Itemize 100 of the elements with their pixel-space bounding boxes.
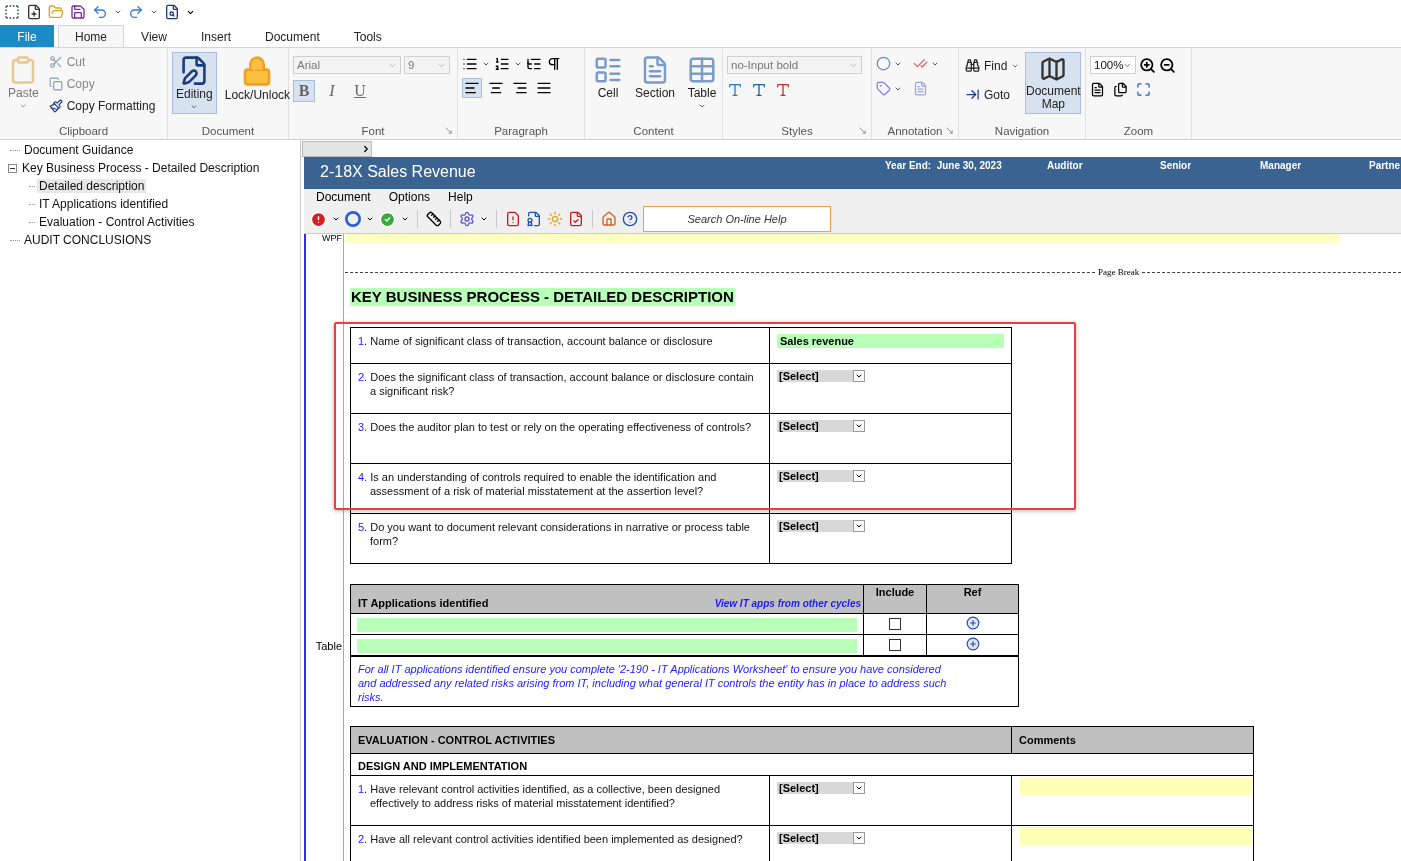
tree-item[interactable]: Key Business Process - Detailed Description	[20, 161, 262, 175]
map-icon[interactable]	[1039, 55, 1068, 83]
group-label: Content	[633, 124, 674, 137]
caret-icon[interactable]	[855, 372, 864, 380]
reference-icon[interactable]	[876, 81, 891, 96]
tree-item[interactable]: Document Guidance	[22, 143, 136, 157]
document-badge-icon[interactable]	[526, 211, 542, 227]
comment-field[interactable]	[1020, 827, 1252, 845]
table-icon[interactable]	[687, 55, 718, 85]
underline-button[interactable]: U	[349, 80, 371, 102]
paragraph-mark-icon[interactable]	[546, 56, 562, 72]
app-icon[interactable]	[4, 4, 20, 20]
new-document-icon[interactable]	[26, 4, 42, 20]
goto-button[interactable]: Goto	[963, 85, 1022, 104]
tree-item[interactable]: AUDIT CONCLUSIONS	[22, 233, 154, 247]
bullet-list-icon[interactable]	[462, 56, 478, 72]
caret-icon[interactable]	[855, 472, 864, 480]
zoom-combo[interactable]: 100%	[1090, 56, 1136, 74]
caret-icon[interactable]	[332, 215, 340, 223]
add-icon[interactable]	[965, 616, 980, 630]
caret-icon[interactable]	[150, 8, 158, 16]
view-apps-link[interactable]: View IT apps from other cycles	[714, 598, 861, 609]
numbered-list-icon[interactable]	[494, 56, 510, 72]
edit-style-icon[interactable]	[751, 82, 767, 98]
tree-item[interactable]: Evaluation - Control Activities	[37, 215, 197, 229]
circle-icon[interactable]	[876, 56, 891, 71]
ruler-icon[interactable]	[426, 211, 442, 227]
table-button[interactable]: Table	[683, 52, 722, 114]
whole-page-icon[interactable]	[1113, 82, 1128, 97]
caret-icon[interactable]	[482, 60, 490, 68]
caret-icon[interactable]	[401, 215, 409, 223]
ribbon-tab[interactable]: Insert	[184, 25, 249, 47]
save-icon[interactable]	[70, 4, 86, 20]
menu-item[interactable]: Options	[388, 189, 445, 205]
caret-icon[interactable]	[114, 8, 122, 16]
home-icon[interactable]	[601, 211, 617, 227]
undo-icon[interactable]	[92, 4, 108, 20]
caret-icon[interactable]	[855, 522, 864, 530]
paintbrush-icon[interactable]	[48, 98, 63, 113]
editing-button[interactable]: Editing	[172, 52, 217, 114]
dialog-launcher-icon[interactable]	[858, 126, 867, 135]
redo-icon[interactable]	[128, 4, 144, 20]
help-icon[interactable]	[622, 211, 638, 227]
settings-icon[interactable]	[459, 211, 475, 227]
collapse-icon[interactable]	[8, 163, 17, 173]
caret-icon[interactable]	[480, 215, 488, 223]
print-preview-icon[interactable]	[164, 4, 180, 20]
file-menu-button[interactable]: File	[0, 25, 54, 47]
zoom-in-icon[interactable]	[1139, 56, 1156, 74]
tree-item[interactable]: Detailed description	[37, 179, 147, 193]
section-button[interactable]: Section	[631, 52, 680, 114]
check-icon[interactable]	[379, 210, 396, 228]
search-field[interactable]: Search On-line Help	[643, 206, 831, 232]
caret-icon[interactable]	[855, 422, 864, 430]
document-check-icon[interactable]	[568, 211, 584, 227]
group-label: Paragraph	[494, 124, 548, 137]
caret-icon[interactable]	[366, 215, 374, 223]
bold-button[interactable]: B	[293, 80, 315, 102]
comment-field[interactable]	[1020, 777, 1252, 795]
ribbon-tab[interactable]: Document	[248, 25, 337, 47]
caret-icon[interactable]	[361, 143, 371, 154]
ribbon-tab[interactable]: View	[124, 25, 184, 47]
new-style-icon[interactable]	[727, 82, 743, 98]
signoff-label: Senior	[1160, 159, 1193, 171]
cell-icon[interactable]	[593, 55, 623, 85]
checkbox[interactable]	[889, 639, 901, 651]
caret-icon[interactable]	[855, 834, 864, 842]
copy-formatting-button[interactable]: Copy Formatting	[46, 96, 158, 115]
menu-item[interactable]: Document	[316, 189, 385, 205]
italic-button[interactable]: I	[321, 80, 343, 102]
group-label: Document	[201, 124, 255, 137]
fit-page-icon[interactable]	[1136, 82, 1151, 97]
find-button[interactable]: Find	[963, 56, 1022, 75]
column-header: Comments	[1019, 734, 1076, 746]
input-field[interactable]	[357, 618, 857, 632]
document-map-button[interactable]: Document Map	[1025, 52, 1082, 114]
delete-style-icon[interactable]	[775, 82, 791, 98]
document-warning-icon[interactable]	[505, 211, 521, 227]
multilevel-list-icon[interactable]	[526, 56, 542, 72]
ribbon-tab[interactable]: Tools	[336, 25, 399, 47]
dialog-launcher-icon[interactable]	[945, 126, 954, 135]
arrow-icon[interactable]	[965, 87, 980, 102]
binoculars-icon[interactable]	[965, 58, 980, 73]
tree-item[interactable]: IT Applications identified	[37, 197, 171, 211]
add-icon[interactable]	[965, 637, 980, 651]
answer-field[interactable]: Sales revenue	[777, 334, 1004, 348]
checkbox[interactable]	[889, 618, 901, 630]
alert-icon[interactable]	[310, 210, 327, 228]
caret-icon[interactable]	[855, 784, 864, 792]
zoom-out-icon[interactable]	[1159, 56, 1176, 74]
ribbon-tab[interactable]: Home	[58, 25, 124, 47]
input-field[interactable]	[357, 639, 857, 653]
dialog-launcher-icon[interactable]	[444, 126, 453, 135]
cell-button[interactable]: Cell	[589, 52, 627, 114]
page-width-icon[interactable]	[1090, 82, 1105, 97]
lock-button[interactable]: Lock/Unlock	[220, 52, 295, 114]
menu-item[interactable]: Help	[448, 189, 487, 205]
table-title: EVALUATION - CONTROL ACTIVITIES	[358, 734, 555, 746]
circle-icon[interactable]	[345, 211, 361, 227]
caret-icon[interactable]	[514, 60, 522, 68]
